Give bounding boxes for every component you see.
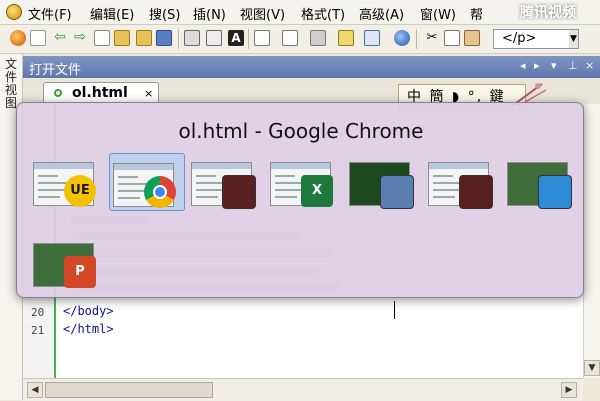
line-number: 20: [31, 306, 45, 319]
print-preview-icon[interactable]: [206, 30, 222, 46]
watermark-logo: 腾讯视频: [520, 5, 576, 21]
switcher-window-media-player[interactable]: [425, 153, 501, 211]
text-cursor: [394, 301, 395, 319]
switcher-title: ol.html - Google Chrome: [178, 119, 424, 143]
save-icon[interactable]: [156, 30, 172, 46]
scroll-left-button[interactable]: ◀: [27, 382, 43, 398]
code-line: </body>: [63, 304, 114, 318]
open-files-header: 打开文件 ◂ ▸ ▾ ⊥ ×: [23, 56, 600, 78]
paste-icon[interactable]: [464, 30, 480, 46]
panel-title: 打开文件: [29, 63, 82, 78]
menu-bar: 文件(F) 编辑(E) 搜(S) 插(N) 视图(V) 格式(T) 高级(A) …: [0, 0, 600, 25]
vertical-scrollbar[interactable]: ▼: [583, 104, 600, 378]
microsoft-excel-icon: X: [301, 175, 333, 207]
scroll-right-button[interactable]: ▶: [561, 382, 577, 398]
new-file-icon[interactable]: [30, 30, 46, 46]
toolbar-separator: [416, 29, 417, 49]
switcher-window-ultraedit[interactable]: UE: [30, 153, 106, 211]
back-arrow-icon[interactable]: ⇦: [52, 30, 68, 46]
badge-text: UE: [70, 183, 90, 198]
tab-close-icon[interactable]: ×: [144, 87, 153, 100]
scroll-down-icon[interactable]: ▼: [584, 360, 600, 376]
open-folder-icon[interactable]: [114, 30, 130, 46]
cut-icon[interactable]: ✂: [424, 30, 440, 46]
toolbar-separator: [178, 29, 179, 49]
switcher-window-microsoft-excel[interactable]: X: [267, 153, 343, 211]
scroll-thumb[interactable]: [45, 382, 213, 398]
tab-label: ol.html: [72, 85, 128, 101]
switcher-window-media-player[interactable]: [188, 153, 264, 211]
copy-icon[interactable]: [444, 30, 460, 46]
list-icon[interactable]: [364, 30, 380, 46]
switcher-window-desktop[interactable]: [504, 153, 580, 211]
switcher-window-document[interactable]: [346, 153, 422, 211]
menu-insert[interactable]: 插(N): [193, 4, 226, 23]
task-switcher: ol.html - Google Chrome UE X P: [16, 102, 584, 298]
google-chrome-icon: [144, 176, 176, 208]
browser-preview-icon[interactable]: [10, 30, 26, 46]
font-icon[interactable]: A: [228, 30, 244, 46]
line-number: 21: [31, 324, 45, 337]
toolbar-separator: [248, 29, 249, 49]
chevron-down-icon[interactable]: ▼: [569, 30, 578, 48]
print-icon[interactable]: [184, 30, 200, 46]
folder-icon[interactable]: [136, 30, 152, 46]
switcher-window-microsoft-powerpoint[interactable]: P: [30, 234, 106, 292]
table-icon[interactable]: [254, 30, 270, 46]
code-line: </html>: [63, 322, 114, 336]
badge-text: X: [311, 183, 323, 198]
sidebar-label: 文件视图: [5, 57, 18, 110]
menu-help[interactable]: 帮: [470, 4, 483, 23]
badge-text: P: [75, 264, 85, 279]
media-player-icon: [459, 175, 493, 209]
new-document-icon[interactable]: [94, 30, 110, 46]
bookmark-icon[interactable]: [310, 30, 326, 46]
menu-file[interactable]: 文件(F): [28, 4, 72, 23]
horizontal-scrollbar[interactable]: ◀ ▶: [23, 378, 583, 401]
globe-icon[interactable]: [394, 30, 410, 46]
menu-format[interactable]: 格式(T): [301, 4, 345, 23]
menu-advanced[interactable]: 高级(A): [359, 4, 404, 23]
menu-window[interactable]: 窗(W): [420, 4, 456, 23]
tab-ol-html[interactable]: ol.html ×: [43, 82, 159, 104]
column-icon[interactable]: [338, 30, 354, 46]
menu-search[interactable]: 搜(S): [149, 4, 180, 23]
microsoft-powerpoint-icon: P: [64, 256, 96, 288]
document-icon: [380, 175, 414, 209]
app-icon[interactable]: [6, 4, 22, 20]
switcher-window-google-chrome[interactable]: [109, 153, 185, 211]
menu-edit[interactable]: 编辑(E): [90, 4, 134, 23]
dropdown-icon[interactable]: ▾: [551, 59, 557, 72]
close-icon[interactable]: ×: [585, 59, 594, 72]
forward-arrow-icon[interactable]: ⇨: [72, 30, 88, 46]
file-status-icon: [54, 89, 62, 97]
tag-select[interactable]: </p>: [493, 29, 579, 49]
pin-icon[interactable]: ⊥: [568, 59, 578, 72]
scroll-left-icon[interactable]: ◂: [520, 59, 526, 72]
media-player-icon: [222, 175, 256, 209]
menu-view[interactable]: 视图(V): [240, 4, 285, 23]
ultraedit-icon: UE: [64, 175, 96, 207]
page-icon[interactable]: [282, 30, 298, 46]
desktop-icon: [538, 175, 572, 209]
scroll-right-icon[interactable]: ▸: [534, 59, 540, 72]
